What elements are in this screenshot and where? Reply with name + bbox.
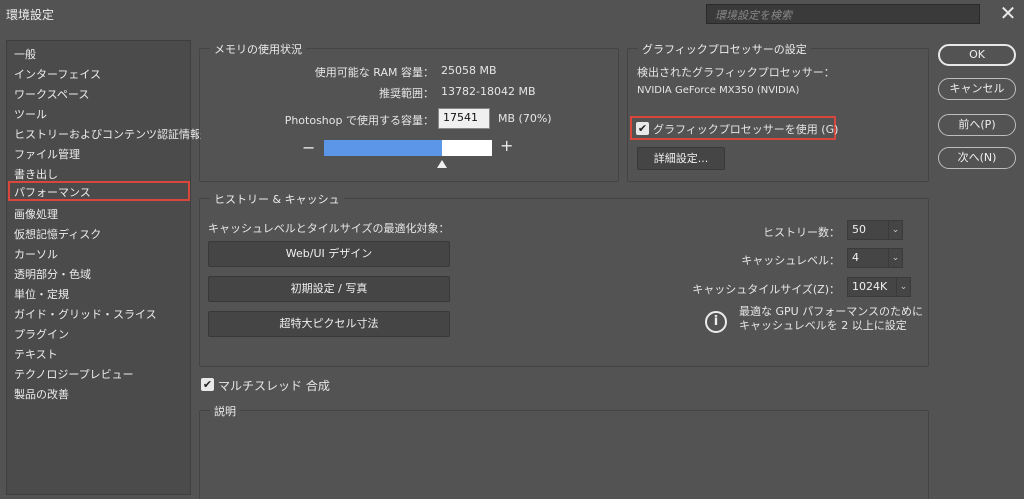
- increase-ram-icon[interactable]: +: [500, 136, 513, 155]
- window-title: 環境設定: [6, 8, 55, 22]
- history-states-select[interactable]: 50 ⌄: [847, 220, 903, 240]
- cancel-button[interactable]: キャンセル: [938, 78, 1016, 100]
- cache-levels-value: 4: [852, 251, 859, 264]
- history-states-label: ヒストリー数：: [763, 226, 840, 239]
- cache-tile-size-select[interactable]: 1024K ⌄: [847, 277, 911, 297]
- sidebar-item-cursors[interactable]: カーソル: [8, 243, 190, 263]
- cache-levels-label: キャッシュレベル：: [741, 254, 840, 267]
- cache-levels-select[interactable]: 4 ⌄: [847, 248, 903, 268]
- sidebar-item-export[interactable]: 書き出し: [8, 163, 190, 183]
- cache-tile-size-value: 1024K: [852, 280, 888, 293]
- advanced-settings-button[interactable]: 詳細設定...: [637, 147, 725, 170]
- multithreaded-label[interactable]: マルチスレッド 合成: [218, 377, 330, 394]
- sidebar-item-type[interactable]: テキスト: [8, 343, 190, 363]
- history-states-value: 50: [852, 223, 866, 236]
- recommended-range-value: 13782-18042 MB: [441, 85, 536, 98]
- recommended-range-label: 推奨範囲：: [379, 87, 434, 100]
- history-cache-group-title: ヒストリー & キャッシュ: [210, 191, 344, 207]
- sidebar-item-plugins[interactable]: プラグイン: [8, 323, 190, 343]
- multithreaded-checkbox[interactable]: ✔: [201, 378, 214, 391]
- sidebar-item-product-improvement[interactable]: 製品の改善: [8, 383, 190, 403]
- chevron-down-icon: ⌄: [896, 278, 910, 296]
- info-icon: i: [705, 311, 727, 333]
- use-gpu-label[interactable]: グラフィックプロセッサーを使用 (G): [653, 121, 838, 137]
- gpu-cache-tip-line1: 最適な GPU パフォーマンスのために: [739, 305, 923, 318]
- search-input[interactable]: 環境設定を検索: [706, 4, 980, 24]
- gpu-cache-tip-line2: キャッシュレベルを 2 以上に設定: [739, 319, 907, 332]
- optimize-label: キャッシュレベルとタイルサイズの最適化対象：: [208, 222, 450, 235]
- ram-slider[interactable]: [324, 140, 492, 156]
- detected-gpu-value: NVIDIA GeForce MX350 (NVIDIA): [637, 85, 800, 96]
- sidebar-item-performance[interactable]: パフォーマンス: [8, 181, 190, 201]
- ok-button[interactable]: OK: [938, 44, 1016, 66]
- sidebar-item-technology-previews[interactable]: テクノロジープレビュー: [8, 363, 190, 383]
- sidebar-item-file-handling[interactable]: ファイル管理: [8, 143, 190, 163]
- huge-pixel-dimensions-button[interactable]: 超特大ピクセル寸法: [208, 311, 450, 337]
- ram-slider-fill: [324, 140, 442, 156]
- gpu-group-title: グラフィックプロセッサーの設定: [638, 41, 811, 57]
- sidebar-item-general[interactable]: 一般: [8, 43, 190, 63]
- memory-group-title: メモリの使用状況: [210, 41, 306, 57]
- chevron-down-icon: ⌄: [888, 221, 902, 239]
- sidebar-item-guides[interactable]: ガイド・グリッド・スライス: [8, 303, 190, 323]
- description-group-title: 説明: [210, 403, 240, 419]
- default-photos-button[interactable]: 初期設定 / 写真: [208, 276, 450, 302]
- description-group: 説明: [199, 403, 929, 499]
- title-bar: 環境設定 環境設定を検索 ✕: [0, 0, 1024, 30]
- use-gpu-checkbox[interactable]: ✔: [636, 122, 649, 135]
- sidebar-item-transparency[interactable]: 透明部分・色域: [8, 263, 190, 283]
- next-button[interactable]: 次へ(N): [938, 147, 1016, 169]
- preferences-sidebar: 一般 インターフェイス ワークスペース ツール ヒストリーおよびコンテンツ認証情…: [6, 40, 201, 495]
- prev-button[interactable]: 前へ(P): [938, 114, 1016, 136]
- sidebar-item-units[interactable]: 単位・定規: [8, 283, 190, 303]
- sidebar-item-interface[interactable]: インターフェイス: [8, 63, 190, 83]
- photoshop-ram-input[interactable]: 17541: [438, 108, 490, 129]
- photoshop-ram-label: Photoshop で使用する容量：: [284, 114, 434, 127]
- detected-gpu-label: 検出されたグラフィックプロセッサー：: [637, 66, 835, 79]
- gpu-cache-tip: 最適な GPU パフォーマンスのために キャッシュレベルを 2 以上に設定: [739, 305, 923, 333]
- decrease-ram-icon[interactable]: −: [302, 138, 315, 157]
- ram-slider-handle[interactable]: [437, 160, 447, 168]
- sidebar-item-workspace[interactable]: ワークスペース: [8, 83, 190, 103]
- sidebar-item-image-processing[interactable]: 画像処理: [8, 203, 190, 223]
- close-icon[interactable]: ✕: [998, 3, 1018, 23]
- available-ram-value: 25058 MB: [441, 64, 497, 77]
- web-ui-design-button[interactable]: Web/UI デザイン: [208, 241, 450, 267]
- sidebar-item-scratch-disks[interactable]: 仮想記憶ディスク: [8, 223, 190, 243]
- sidebar-item-history[interactable]: ヒストリーおよびコンテンツ認証情報: [8, 123, 201, 143]
- sidebar-item-tools[interactable]: ツール: [8, 103, 190, 123]
- cache-tile-size-label: キャッシュタイルサイズ(Z)：: [692, 283, 840, 296]
- photoshop-ram-unit: MB (70%): [498, 112, 552, 125]
- available-ram-label: 使用可能な RAM 容量：: [314, 66, 434, 79]
- chevron-down-icon: ⌄: [888, 249, 902, 267]
